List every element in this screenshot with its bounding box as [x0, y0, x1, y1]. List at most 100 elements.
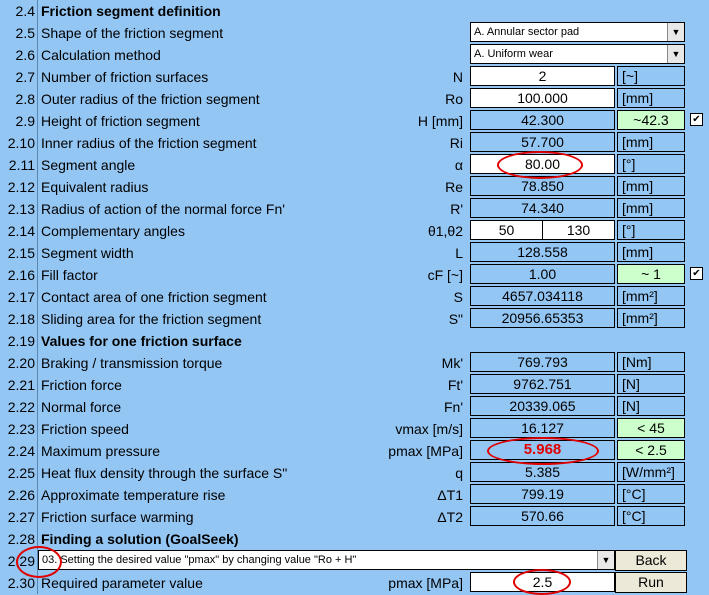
calc-method-select-value: A. Uniform wear	[474, 48, 553, 60]
chevron-down-icon[interactable]: ▼	[597, 551, 614, 569]
goalseek-mode-select[interactable]: 03. Setting the desired value "pmax" by …	[38, 550, 615, 570]
row-number: 2.14	[7, 223, 35, 239]
recommended-value: ~42.3	[617, 110, 685, 130]
row-number: 2.18	[7, 311, 35, 327]
row-normal-force: 2.22 Normal force Fn' 20339.065 [N]	[0, 396, 709, 418]
row-symbol: ΔT2	[437, 509, 463, 525]
calc-method-select[interactable]: A. Uniform wear ▼	[470, 44, 685, 64]
row-equivalent-radius: 2.12 Equivalent radius Re 78.850 [mm]	[0, 176, 709, 198]
heat-flux-value: 5.385	[470, 462, 615, 482]
unit-label: [W/mm²]	[617, 462, 685, 482]
row-number: 2.13	[7, 201, 35, 217]
row-label: Equivalent radius	[41, 179, 149, 195]
row-symbol: α	[454, 157, 463, 173]
torque-value: 769.793	[470, 352, 615, 372]
temperature-rise-value: 799.19	[470, 484, 615, 504]
row-symbol: N	[452, 69, 463, 85]
shape-select[interactable]: A. Annular sector pad ▼	[470, 22, 685, 42]
chevron-down-icon[interactable]: ▼	[667, 45, 684, 63]
row-label: Maximum pressure	[41, 443, 161, 459]
row-label: Friction speed	[41, 421, 129, 437]
unit-label: [°]	[617, 154, 685, 174]
row-symbol: θ1,θ2	[427, 223, 463, 239]
segment-angle-input[interactable]: 80.00	[470, 154, 615, 174]
row-label: Height of friction segment	[41, 113, 200, 129]
row-label: Required parameter value	[41, 575, 203, 591]
row-number: 2.9	[15, 113, 35, 129]
limit-value: < 2.5	[617, 440, 685, 460]
row-label: Number of friction surfaces	[41, 69, 209, 85]
theta2-input[interactable]: 130	[542, 220, 615, 240]
friction-surfaces-input[interactable]: 2	[470, 66, 615, 86]
row-symbol: pmax [MPa]	[388, 443, 463, 459]
contact-area-value: 4657.034118	[470, 286, 615, 306]
row-label: Calculation method	[41, 47, 161, 63]
checkbox-checked-icon[interactable]: ✔	[690, 113, 703, 126]
row-number: 2.29	[7, 553, 35, 569]
row-friction-force: 2.21 Friction force Ft' 9762.751 [N]	[0, 374, 709, 396]
row-symbol: Ft'	[447, 377, 463, 393]
row-number: 2.7	[15, 69, 35, 85]
row-label: Outer radius of the friction segment	[41, 91, 260, 107]
unit-label: [mm]	[617, 88, 685, 108]
segment-height-value: 42.300	[470, 110, 615, 130]
unit-label: [mm]	[617, 132, 685, 152]
row-label: Radius of action of the normal force Fn'	[41, 201, 285, 217]
equivalent-radius-value: 78.850	[470, 176, 615, 196]
row-symbol: cF [~]	[427, 267, 463, 283]
row-fill-factor: 2.16 Fill factor cF [~] 1.00 ~ 1 ✔	[0, 264, 709, 286]
row-number: 2.4	[15, 3, 35, 19]
row-symbol: H [mm]	[417, 113, 463, 129]
row-symbol: Ri	[449, 135, 463, 151]
row-heat-flux: 2.25 Heat flux density through the surfa…	[0, 462, 709, 484]
row-label: Braking / transmission torque	[41, 355, 223, 371]
friction-speed-value: 16.127	[470, 418, 615, 438]
unit-label: [mm]	[617, 242, 685, 262]
row-symbol: Ro	[445, 91, 463, 107]
row-symbol: Re	[445, 179, 463, 195]
shape-select-value: A. Annular sector pad	[474, 26, 580, 38]
row-number: 2.16	[7, 267, 35, 283]
row-number: 2.30	[7, 575, 35, 591]
fill-factor-value: 1.00	[470, 264, 615, 284]
row-number: 2.5	[15, 25, 35, 41]
checkbox-checked-icon[interactable]: ✔	[690, 267, 703, 280]
row-number: 2.20	[7, 355, 35, 371]
row-label: Shape of the friction segment	[41, 25, 224, 41]
unit-label: [°C]	[617, 506, 685, 526]
row-label: Contact area of one friction segment	[41, 289, 267, 305]
row-label: Friction surface warming	[41, 509, 194, 525]
surface-warming-value: 570.66	[470, 506, 615, 526]
unit-label: [°C]	[617, 484, 685, 504]
row-symbol: S"	[448, 311, 463, 327]
row-label: Complementary angles	[41, 223, 185, 239]
row-symbol: S	[453, 289, 463, 305]
theta1-input[interactable]: 50	[470, 220, 543, 240]
row-label: Segment width	[41, 245, 134, 261]
unit-label: [mm²]	[617, 308, 685, 328]
section-header-goalseek: 2.28 Finding a solution (GoalSeek)	[0, 528, 709, 550]
row-number: 2.12	[7, 179, 35, 195]
segment-width-value: 128.558	[470, 242, 615, 262]
row-label: Friction force	[41, 377, 122, 393]
unit-label: [°]	[617, 220, 685, 240]
back-button[interactable]: Back	[615, 550, 687, 571]
row-symbol: vmax [m/s]	[395, 421, 463, 437]
chevron-down-icon[interactable]: ▼	[667, 23, 684, 41]
required-parameter-input[interactable]: 2.5	[470, 572, 615, 592]
row-radius-of-action: 2.13 Radius of action of the normal forc…	[0, 198, 709, 220]
run-button[interactable]: Run	[615, 572, 687, 593]
unit-label: [mm²]	[617, 286, 685, 306]
friction-force-value: 9762.751	[470, 374, 615, 394]
row-segment-width: 2.15 Segment width L 128.558 [mm]	[0, 242, 709, 264]
row-symbol: Fn'	[443, 399, 463, 415]
row-symbol: ΔT1	[437, 487, 463, 503]
row-max-pressure: 2.24 Maximum pressure pmax [MPa] 5.968 <…	[0, 440, 709, 462]
outer-radius-input[interactable]: 100.000	[470, 88, 615, 108]
row-number: 2.27	[7, 509, 35, 525]
row-symbol: pmax [MPa]	[388, 575, 463, 591]
row-segment-angle: 2.11 Segment angle α 80.00 [°]	[0, 154, 709, 176]
row-surface-warming: 2.27 Friction surface warming ΔT2 570.66…	[0, 506, 709, 528]
row-number: 2.15	[7, 245, 35, 261]
row-number: 2.22	[7, 399, 35, 415]
